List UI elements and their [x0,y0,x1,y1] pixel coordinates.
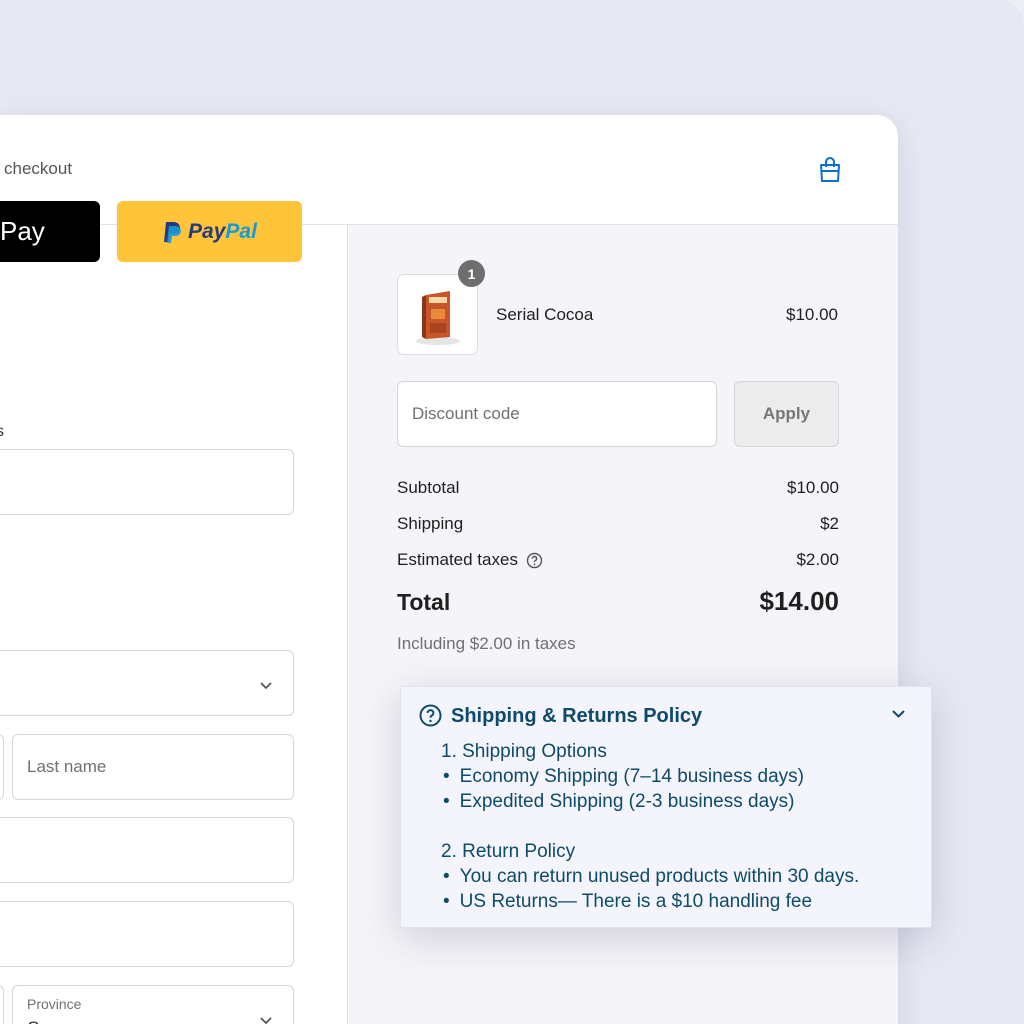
shipping-options-heading: 1. Shipping Options [441,741,607,762]
help-circle-icon [419,704,442,727]
shipping-label: Shipping [397,514,464,533]
subtotal-label: Subtotal [397,478,460,497]
policy-title: Shipping & Returns Policy [451,705,703,727]
return-policy-heading: 2. Return Policy [441,841,576,862]
total-row: Total $14.00 [397,586,839,617]
taxes-row: Estimated taxes $2.00 [397,550,839,570]
last-name-placeholder: Last name [27,757,107,776]
country-select[interactable] [0,650,294,716]
shopping-bag-icon[interactable] [818,157,842,183]
chevron-down-icon [260,682,272,690]
subtotal-value: $10.00 [787,478,839,497]
discount-code-input[interactable]: Discount code [397,381,717,447]
shipping-row: Shipping $2 [397,514,839,534]
help-circle-icon[interactable] [526,552,543,569]
city-field[interactable] [0,901,294,967]
list-item: Economy Shipping (7–14 business days) [443,766,804,788]
cereal-box-image [416,291,460,345]
shipping-value: $2 [820,514,839,533]
chevron-down-icon [260,1017,272,1024]
province-label: Province [27,996,82,1012]
quantity-badge: 1 [458,260,485,287]
last-name-field[interactable]: Last name [12,734,294,800]
list-item: Expedited Shipping (2-3 business days) [443,791,795,813]
express-checkout-label: checkout [4,159,73,178]
apple-pay-button[interactable]: Pay [0,201,100,262]
country-region-field[interactable] [0,985,4,1024]
province-value: C [27,1018,39,1024]
tax-note: Including $2.00 in taxes [397,634,576,653]
chevron-down-icon[interactable] [891,709,906,719]
newsletter-label: s [0,423,4,440]
taxes-value: $2.00 [796,550,839,569]
list-item: US Returns— There is a $10 handling fee [443,891,812,913]
apply-discount-button[interactable]: Apply [734,381,839,447]
taxes-label: Estimated taxes [397,550,518,569]
list-item: You can return unused products within 30… [443,866,860,888]
discount-code-placeholder: Discount code [412,404,520,423]
apple-pay-label: Pay [0,216,45,246]
email-field[interactable] [0,449,294,515]
total-value: $14.00 [759,586,839,616]
total-label: Total [397,589,451,615]
paypal-logo-icon [164,221,182,243]
paypal-button[interactable]: PayPal [117,201,302,262]
first-name-field[interactable] [0,734,4,800]
product-name: Serial Cocoa [496,305,594,324]
subtotal-row: Subtotal $10.00 [397,478,839,498]
taxes-label-group: Estimated taxes [397,550,543,570]
paypal-wordmark: PayPal [188,219,257,243]
address-field[interactable] [0,817,294,883]
shipping-returns-policy-card: Shipping & Returns Policy 1. Shipping Op… [400,686,932,928]
province-select[interactable]: Province C [12,985,294,1024]
product-price: $10.00 [786,305,838,324]
